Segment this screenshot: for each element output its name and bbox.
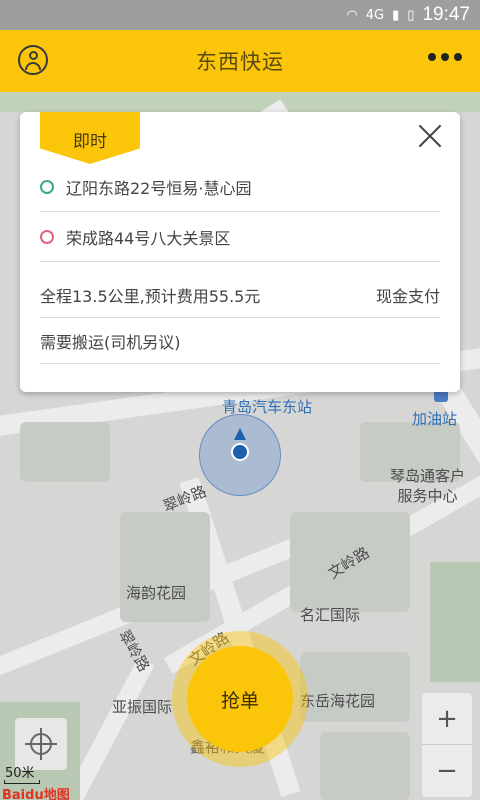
- map-label-road: 翠岭路: [115, 626, 154, 675]
- signal-icon: ▮: [392, 7, 400, 23]
- note-row: 需要搬运(司机另议): [40, 318, 440, 364]
- zoom-control: + −: [422, 693, 472, 797]
- user-icon[interactable]: [18, 45, 48, 75]
- destination-row: 荣成路44号八大关景区: [40, 212, 440, 262]
- map-label-center: 琴岛通客户 服务中心: [390, 467, 466, 505]
- summary-row: 全程13.5公里,预计费用55.5元 现金支付: [40, 272, 440, 318]
- map-label-plaza: 名汇国际: [300, 606, 361, 624]
- close-icon[interactable]: [418, 124, 442, 148]
- origin-address: 辽阳东路22号恒易·慧心园: [66, 178, 252, 198]
- order-type-tag: 即时: [40, 112, 140, 164]
- more-icon[interactable]: [428, 53, 462, 61]
- map-provider-logo: Baidu地图: [2, 788, 70, 800]
- zoom-out-button[interactable]: −: [422, 745, 472, 797]
- trip-summary: 全程13.5公里,预计费用55.5元: [40, 286, 261, 306]
- origin-row: 辽阳东路22号恒易·慧心园: [40, 162, 440, 212]
- order-note: 需要搬运(司机另议): [40, 332, 181, 352]
- clock: 19:47: [422, 4, 470, 25]
- origin-dot-icon: [40, 179, 54, 194]
- map-label-building: 亚振国际: [112, 698, 173, 716]
- destination-dot-icon: [40, 229, 54, 244]
- order-card: 即时 辽阳东路22号恒易·慧心园 荣成路44号八大关景区 全程13.5公里,预计…: [20, 112, 460, 392]
- wifi-icon: ◠: [346, 7, 358, 23]
- direction-icon: [234, 428, 246, 440]
- page-title: 东西快运: [196, 50, 284, 74]
- zoom-in-button[interactable]: +: [422, 693, 472, 745]
- current-location-icon: [231, 443, 249, 461]
- map-label-building: 东岳海花园: [300, 692, 376, 710]
- battery-icon: ▯: [407, 7, 415, 23]
- grab-order-button[interactable]: 抢单: [187, 646, 293, 752]
- destination-address: 荣成路44号八大关景区: [66, 228, 231, 248]
- map-label-gas: 加油站: [412, 410, 458, 428]
- app-header: 东西快运: [0, 30, 480, 92]
- status-bar: ◠ 4G ▮ ▯ 19:47: [0, 0, 480, 30]
- network-type: 4G: [365, 7, 385, 23]
- map-scale: 50米: [5, 766, 35, 781]
- map-label-park: 海韵花园: [126, 584, 187, 602]
- payment-method: 现金支付: [375, 286, 440, 306]
